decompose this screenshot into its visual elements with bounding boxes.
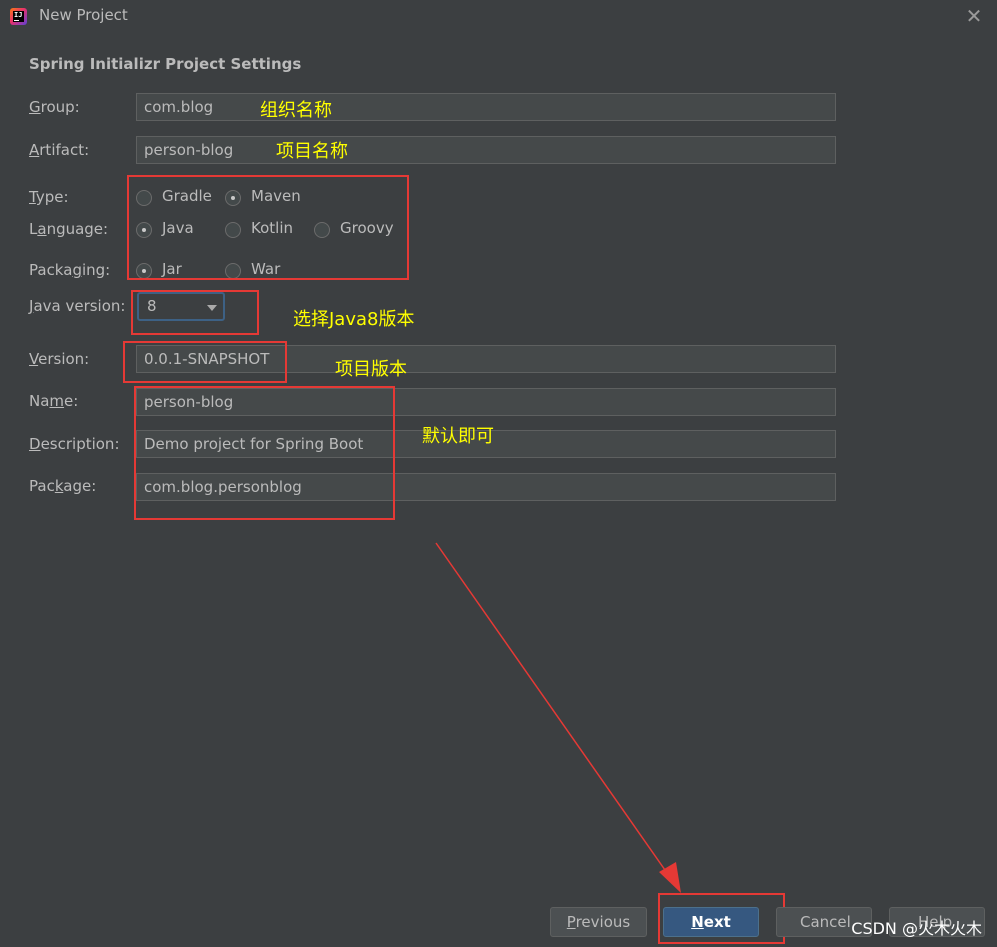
watermark: CSDN @火木火木 [851,919,982,938]
red-arrow-icon [435,542,681,893]
previous-button[interactable]: Previous [550,907,647,937]
next-button[interactable]: Next [663,907,759,937]
